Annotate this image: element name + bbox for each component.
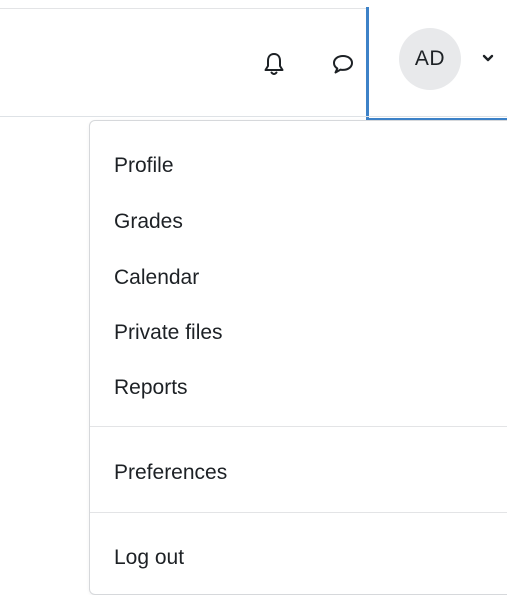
chevron-down-icon: [482, 54, 494, 62]
menu-divider: [90, 426, 507, 427]
messages-button[interactable]: [327, 48, 359, 80]
avatar: AD: [399, 28, 461, 90]
user-menu-dropdown: Profile Grades Calendar Private files Re…: [89, 120, 507, 595]
menu-item-private-files[interactable]: Private files: [114, 320, 223, 346]
chat-bubble-icon: [333, 55, 353, 74]
user-menu-toggle[interactable]: AD: [366, 7, 507, 121]
menu-item-calendar[interactable]: Calendar: [114, 265, 199, 291]
navbar-bottom-border: [0, 116, 507, 117]
notifications-button[interactable]: [258, 48, 290, 80]
bell-icon: [264, 53, 284, 75]
menu-item-log-out[interactable]: Log out: [114, 545, 184, 571]
menu-divider: [90, 512, 507, 513]
menu-item-grades[interactable]: Grades: [114, 209, 183, 235]
navbar: AD: [0, 0, 507, 121]
navbar-top-border: [0, 8, 368, 9]
menu-item-preferences[interactable]: Preferences: [114, 460, 227, 486]
menu-item-profile[interactable]: Profile: [114, 153, 174, 179]
menu-item-reports[interactable]: Reports: [114, 375, 188, 401]
